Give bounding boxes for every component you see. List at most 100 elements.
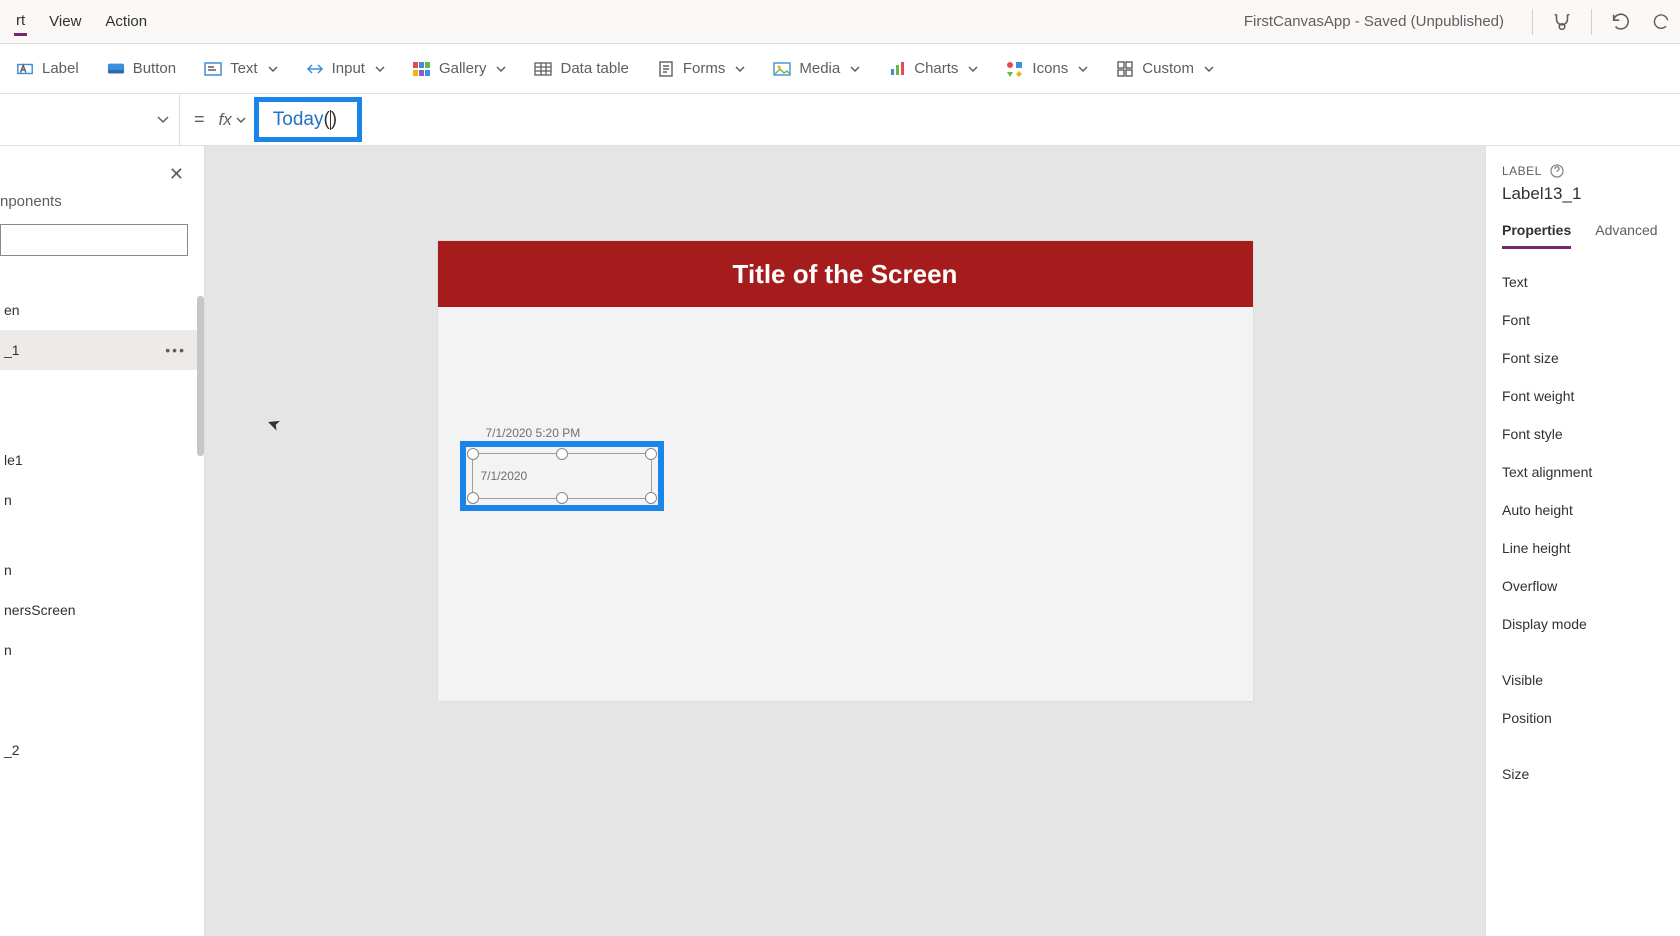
redo-icon[interactable] — [1650, 11, 1672, 33]
app-checker-icon[interactable] — [1551, 11, 1573, 33]
forms-icon — [657, 60, 675, 78]
canvas-label-datetime[interactable]: 7/1/2020 5:20 PM — [486, 426, 581, 440]
tree-item[interactable]: le1 — [0, 440, 204, 480]
resize-handle[interactable] — [556, 492, 568, 504]
menu-view[interactable]: View — [47, 9, 83, 34]
prop-font-style[interactable]: Font style — [1502, 415, 1680, 453]
prop-position[interactable]: Position — [1502, 699, 1680, 737]
ribbon-input-button[interactable]: Input — [306, 60, 385, 78]
ribbon-text-button[interactable]: Text — [204, 60, 278, 78]
prop-auto-height[interactable]: Auto height — [1502, 491, 1680, 529]
ribbon-label-button[interactable]: Label — [16, 60, 79, 78]
input-icon — [306, 60, 324, 78]
ribbon-media-button[interactable]: Media — [773, 60, 860, 78]
undo-icon[interactable] — [1610, 11, 1632, 33]
menubar: rt View Action FirstCanvasApp - Saved (U… — [0, 0, 1680, 44]
chevron-down-icon — [268, 66, 278, 72]
prop-font[interactable]: Font — [1502, 301, 1680, 339]
tree-view-panel: ✕ nponents en _1 ••• le1 n n nersScreen … — [0, 146, 205, 936]
ribbon-datatable-button[interactable]: Data table — [534, 60, 628, 78]
tree-tab-components[interactable]: nponents — [0, 193, 204, 220]
main-area: ✕ nponents en _1 ••• le1 n n nersScreen … — [0, 146, 1680, 936]
ribbon-custom-button[interactable]: Custom — [1116, 60, 1214, 78]
ribbon-forms-button[interactable]: Forms — [657, 60, 746, 78]
tree-item[interactable]: n — [0, 480, 204, 520]
resize-handle[interactable] — [645, 448, 657, 460]
prop-line-height[interactable]: Line height — [1502, 529, 1680, 567]
resize-handle[interactable] — [467, 492, 479, 504]
tree-item[interactable]: n — [0, 550, 204, 590]
tree-item[interactable]: _1 ••• — [0, 330, 204, 370]
ribbon-icons-text: Icons — [1032, 60, 1068, 77]
close-icon[interactable]: ✕ — [169, 164, 184, 185]
tree-item[interactable]: n — [0, 630, 204, 670]
formula-function: Today — [273, 109, 324, 130]
icons-icon — [1006, 60, 1024, 78]
prop-font-weight[interactable]: Font weight — [1502, 377, 1680, 415]
prop-visible[interactable]: Visible — [1502, 661, 1680, 699]
control-name[interactable]: Label13_1 — [1502, 184, 1680, 204]
app-screen[interactable]: Title of the Screen 7/1/2020 5:20 PM 7/1… — [438, 241, 1253, 701]
prop-display-mode[interactable]: Display mode — [1502, 605, 1680, 643]
ribbon-gallery-button[interactable]: Gallery — [413, 60, 507, 78]
tree-item[interactable]: _2 — [0, 730, 204, 770]
custom-icon — [1116, 60, 1134, 78]
screen-title[interactable]: Title of the Screen — [438, 241, 1253, 307]
help-icon[interactable] — [1550, 164, 1564, 178]
prop-size[interactable]: Size — [1502, 755, 1680, 793]
tab-properties[interactable]: Properties — [1502, 222, 1571, 249]
property-select[interactable] — [0, 94, 180, 145]
tree-list: en _1 ••• le1 n n nersScreen n _2 — [0, 270, 204, 936]
canvas-label-selected[interactable]: 7/1/2020 — [472, 453, 652, 499]
button-icon — [107, 60, 125, 78]
tab-advanced[interactable]: Advanced — [1595, 222, 1657, 249]
divider — [1532, 9, 1533, 35]
chevron-down-icon — [968, 66, 978, 72]
resize-handle[interactable] — [645, 492, 657, 504]
ribbon-datatable-text: Data table — [560, 60, 628, 77]
ribbon-media-text: Media — [799, 60, 840, 77]
chevron-down-icon — [1204, 66, 1214, 72]
ribbon-charts-button[interactable]: Charts — [888, 60, 978, 78]
gallery-icon — [413, 60, 431, 78]
panel-tabs: Properties Advanced — [1502, 222, 1680, 249]
ribbon-charts-text: Charts — [914, 60, 958, 77]
ribbon-input-text: Input — [332, 60, 365, 77]
prop-overflow[interactable]: Overflow — [1502, 567, 1680, 605]
prop-text[interactable]: Text — [1502, 263, 1680, 301]
cursor-icon: ➤ — [264, 412, 283, 435]
ribbon-text-text: Text — [230, 60, 258, 77]
more-icon[interactable]: ••• — [165, 342, 186, 358]
media-icon — [773, 60, 791, 78]
selection-highlight: 7/1/2020 — [460, 441, 664, 511]
control-type-label: LABEL — [1502, 164, 1680, 178]
scrollbar[interactable] — [197, 296, 204, 456]
ribbon-forms-text: Forms — [683, 60, 726, 77]
resize-handle[interactable] — [467, 448, 479, 460]
formula-input[interactable]: Today() — [254, 97, 362, 142]
prop-text-alignment[interactable]: Text alignment — [1502, 453, 1680, 491]
ribbon-icons-button[interactable]: Icons — [1006, 60, 1088, 78]
prop-font-size[interactable]: Font size — [1502, 339, 1680, 377]
canvas-area[interactable]: ➤ Title of the Screen 7/1/2020 5:20 PM 7… — [205, 146, 1485, 936]
menu-insert[interactable]: rt — [14, 8, 27, 36]
tree-item[interactable]: en — [0, 290, 204, 330]
ribbon-button-button[interactable]: Button — [107, 60, 176, 78]
tree-search-input[interactable] — [0, 224, 188, 256]
menu-action[interactable]: Action — [103, 9, 149, 34]
chevron-down-icon — [236, 117, 246, 123]
fx-label[interactable]: fx — [219, 110, 254, 130]
app-title: FirstCanvasApp - Saved (Unpublished) — [1244, 13, 1504, 30]
datatable-icon — [534, 60, 552, 78]
text-icon — [204, 60, 222, 78]
resize-handle[interactable] — [556, 448, 568, 460]
chevron-down-icon — [1078, 66, 1088, 72]
ribbon-button-text: Button — [133, 60, 176, 77]
menubar-right: FirstCanvasApp - Saved (Unpublished) — [1244, 9, 1672, 35]
tree-item[interactable]: nersScreen — [0, 590, 204, 630]
chevron-down-icon — [375, 66, 385, 72]
equals-sign: = — [180, 109, 219, 130]
chevron-down-icon — [735, 66, 745, 72]
chevron-down-icon — [850, 66, 860, 72]
ribbon: Label Button Text Input Gallery Data tab… — [0, 44, 1680, 94]
